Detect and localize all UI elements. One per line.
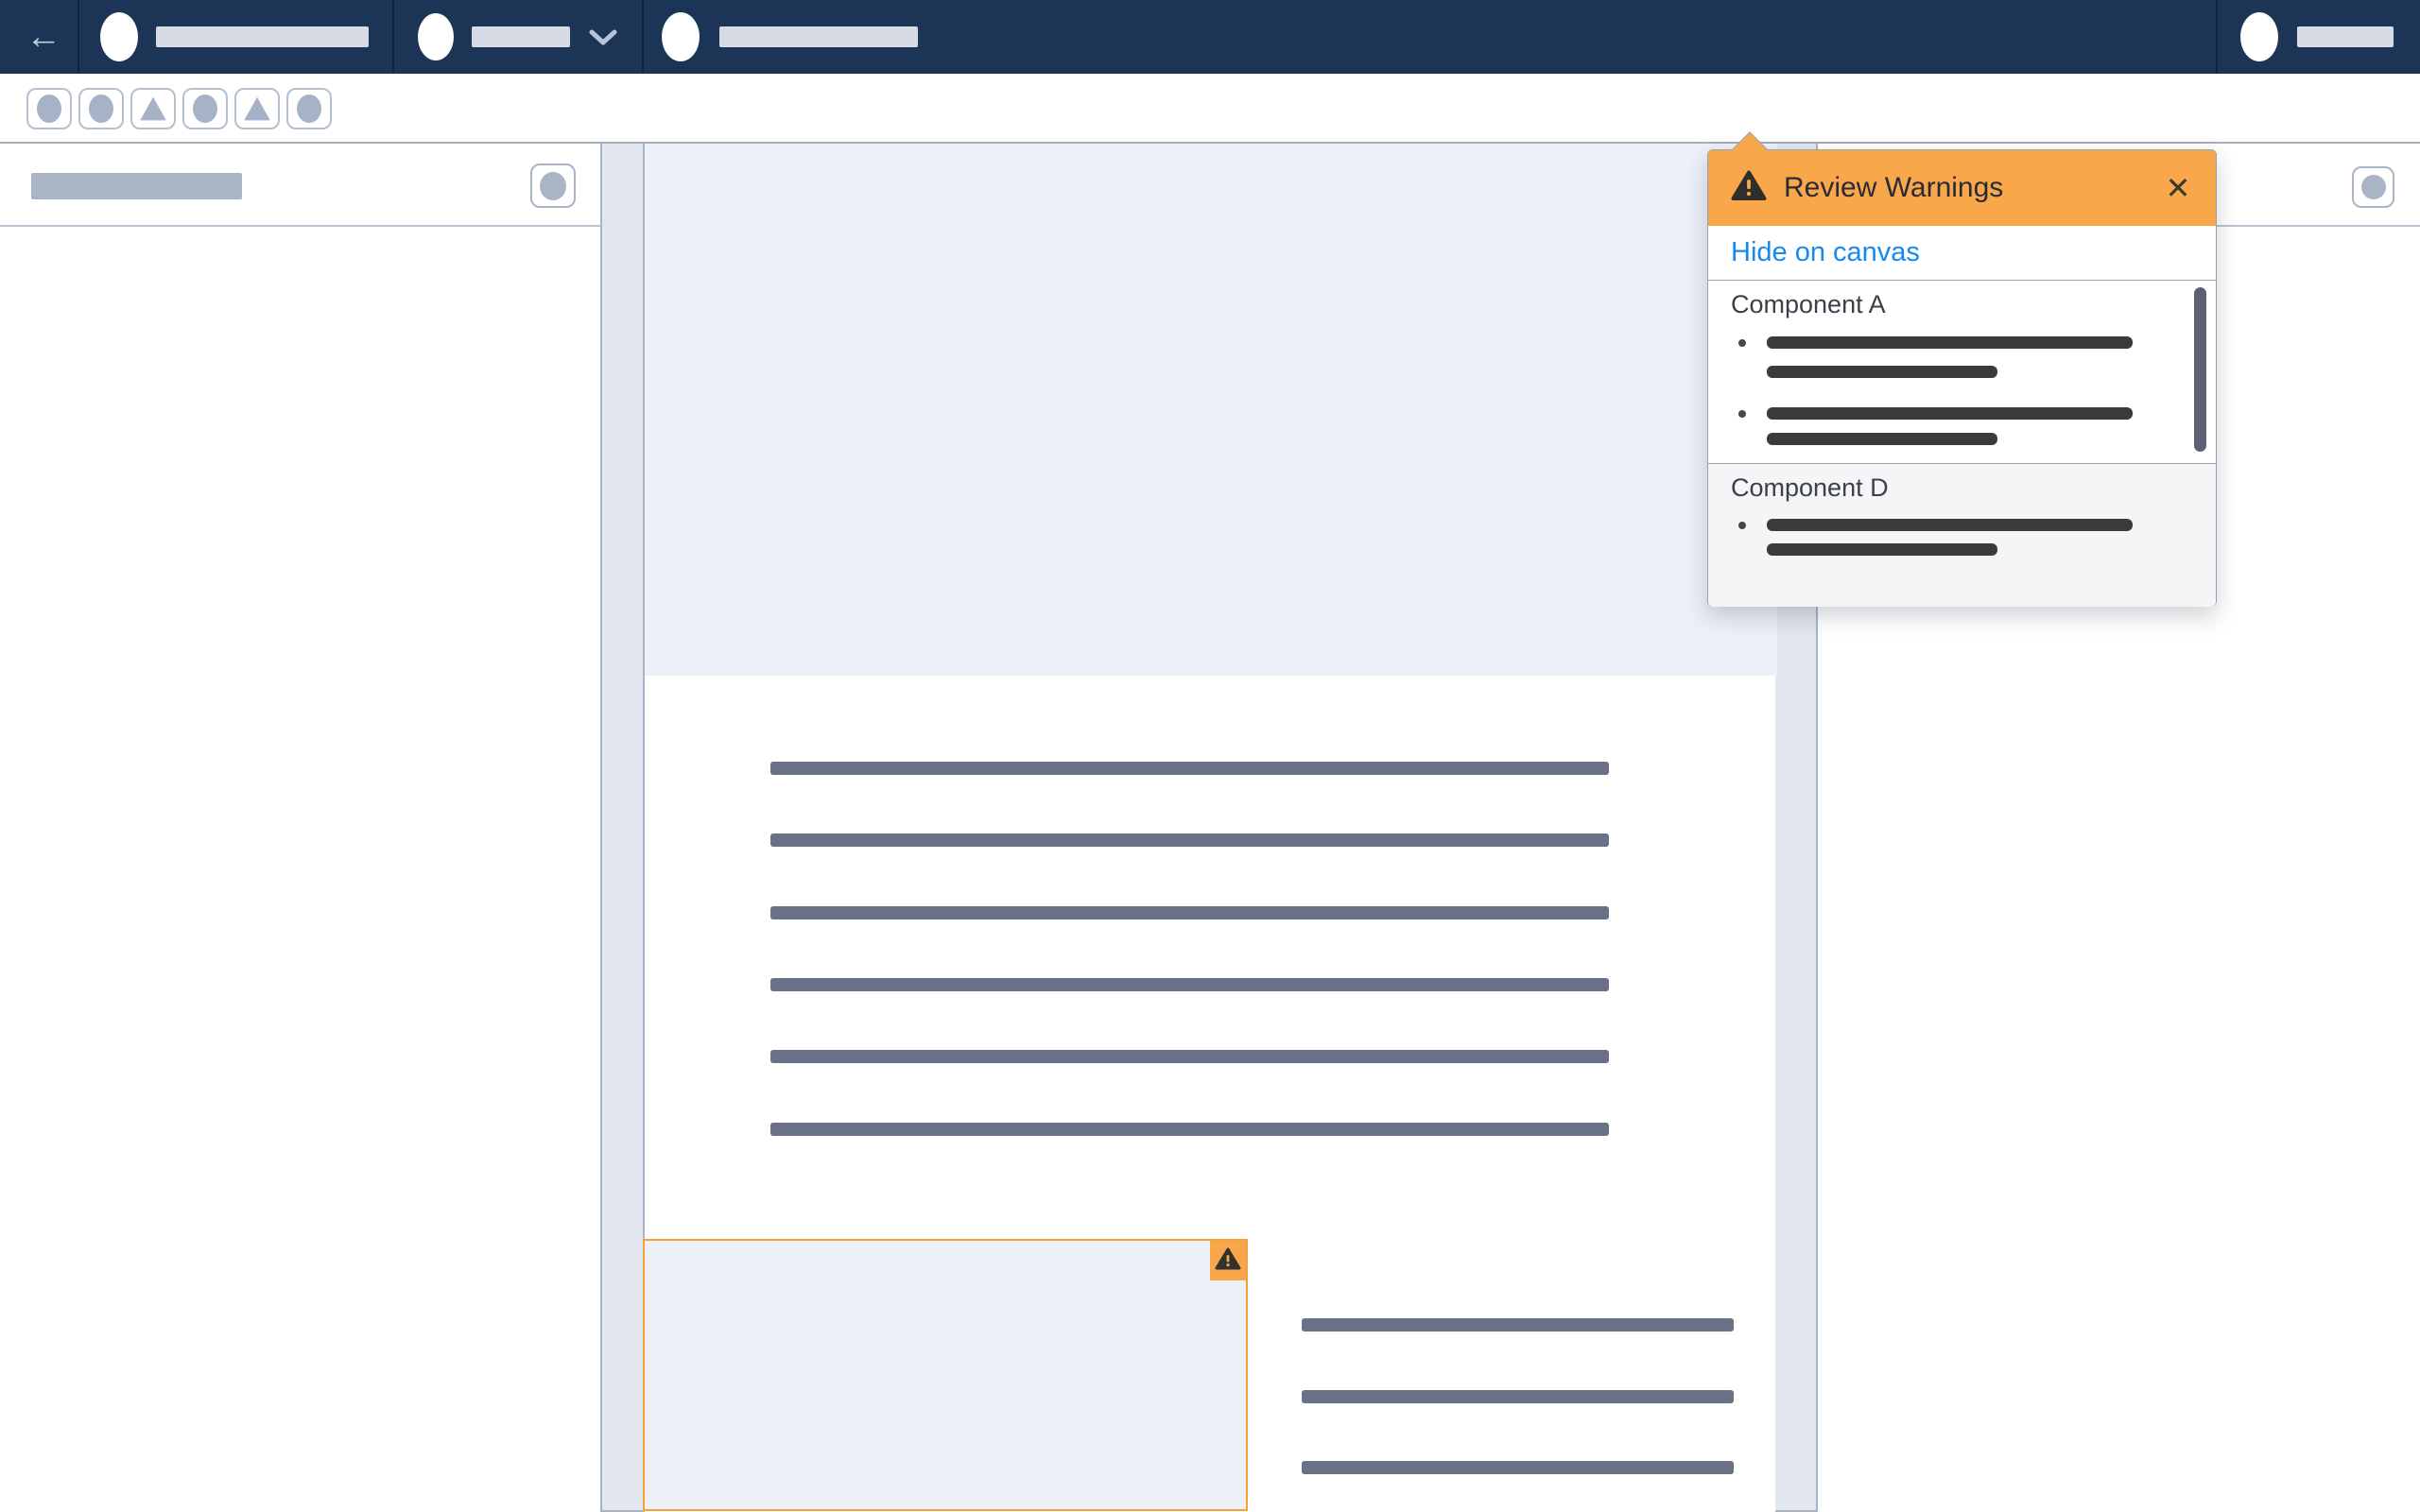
circle-icon [2360, 175, 2386, 199]
left-sidebar [0, 144, 602, 1512]
warning-text-redacted [1767, 433, 1997, 445]
circle-icon [89, 94, 113, 123]
triangle-icon [244, 96, 270, 121]
sidebar-title-redacted [31, 173, 242, 199]
nav-label-redacted [719, 26, 918, 47]
redacted-text-line [770, 1122, 1609, 1136]
popover-link-row: Hide on canvas [1708, 226, 2216, 281]
popover-header: Review Warnings ✕ [1708, 150, 2216, 226]
hero-placeholder-component[interactable] [645, 144, 1777, 676]
header-divider [642, 0, 644, 74]
global-header: ← [0, 0, 2420, 74]
warning-triangle-icon [1215, 1247, 1241, 1275]
redacted-text-line [1302, 1461, 1734, 1474]
circle-icon [297, 94, 321, 123]
nav-context-1[interactable] [100, 0, 138, 74]
warning-triangle-icon [1731, 170, 1767, 206]
user-avatar [2240, 12, 2278, 61]
flagged-component[interactable] [643, 1239, 1248, 1511]
section-title: Component D [1731, 473, 1889, 502]
user-label-redacted [2297, 26, 2394, 47]
nav-label-redacted [472, 26, 570, 47]
circle-icon [37, 94, 61, 123]
nav-context-2[interactable] [418, 0, 617, 74]
avatar [662, 12, 700, 61]
toolbar-circle-button[interactable] [78, 88, 124, 129]
warning-text-redacted [1767, 336, 2133, 349]
warning-section-component-a: Component A [1708, 281, 2216, 464]
warning-text-redacted [1767, 366, 1997, 378]
header-divider [2216, 0, 2218, 74]
toolbar-circle-button[interactable] [26, 88, 72, 129]
redacted-text-line [1302, 1389, 1734, 1403]
nav-context-3[interactable] [662, 0, 918, 74]
close-icon[interactable]: ✕ [2153, 150, 2203, 226]
toolbar-circle-button[interactable] [182, 88, 228, 129]
redacted-text-line [770, 905, 1609, 919]
canvas-page[interactable] [643, 144, 1777, 1512]
bullet-icon [1738, 410, 1746, 418]
avatar [418, 13, 454, 60]
review-warnings-popover: Review Warnings ✕ Hide on canvas Compone… [1707, 131, 2217, 607]
circle-icon [193, 94, 217, 123]
redacted-text-line [1302, 1318, 1734, 1332]
app-root: ← Review Warnings ✕ Hide on canvas Compo… [0, 0, 2420, 1512]
hide-on-canvas-link[interactable]: Hide on canvas [1731, 237, 1920, 268]
left-sidebar-header [0, 144, 600, 227]
toolbar-triangle-button[interactable] [130, 88, 176, 129]
bullet-icon [1738, 522, 1746, 529]
toolbar-circle-button[interactable] [286, 88, 332, 129]
section-title: Component A [1731, 290, 1886, 318]
sidebar-header-button[interactable] [2352, 166, 2394, 208]
sidebar-header-button[interactable] [530, 163, 576, 208]
warning-text-redacted [1767, 543, 1997, 556]
nav-label-redacted [156, 26, 369, 47]
back-icon: ← [26, 17, 61, 57]
back-button[interactable]: ← [17, 0, 70, 74]
redacted-text-line [770, 833, 1609, 848]
popover-scrollbar-thumb[interactable] [2194, 287, 2206, 452]
chevron-down-icon [589, 28, 617, 45]
popover-title: Review Warnings [1784, 172, 2004, 203]
bullet-icon [1738, 339, 1746, 347]
toolbar-triangle-button[interactable] [234, 88, 280, 129]
header-divider [78, 0, 79, 74]
redacted-text-line [770, 977, 1609, 991]
builder-toolbar [0, 74, 2420, 211]
header-divider [392, 0, 394, 74]
redacted-text-line [770, 1050, 1609, 1064]
warning-text-redacted [1767, 519, 2133, 531]
component-warning-badge[interactable] [1210, 1241, 1246, 1280]
triangle-icon [140, 96, 166, 121]
user-menu[interactable] [2240, 0, 2394, 74]
warning-text-redacted [1767, 407, 2133, 420]
avatar [100, 12, 138, 61]
warning-section-component-d: Component D [1708, 464, 2216, 607]
circle-icon [540, 171, 566, 200]
redacted-text-line [770, 762, 1609, 775]
